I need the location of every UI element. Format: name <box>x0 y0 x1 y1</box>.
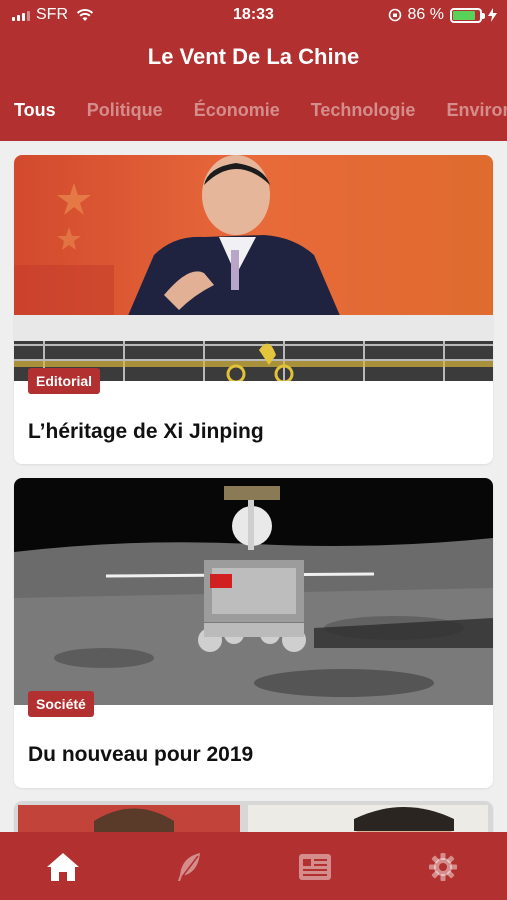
status-bar: SFR 18:33 86 % <box>0 0 507 32</box>
article-title: Du nouveau pour 2019 <box>28 743 254 766</box>
tab-economie[interactable]: Économie <box>194 100 280 121</box>
category-tabs: Tous Politique Économie Technologie Envi… <box>14 100 507 121</box>
battery-percent: 86 % <box>407 6 444 23</box>
status-right: 86 % <box>388 6 497 24</box>
article-card[interactable]: Editorial L’héritage de Xi Jinping <box>14 155 493 464</box>
app-title: Le Vent De La Chine <box>147 44 360 69</box>
article-image <box>14 478 493 705</box>
category-badge: Editorial <box>28 368 101 394</box>
battery-fill <box>453 10 476 20</box>
article-title: L’héritage de Xi Jinping <box>28 420 264 443</box>
charging-icon <box>488 8 497 22</box>
home-icon <box>47 853 79 881</box>
tab-environnement[interactable]: Environ <box>446 100 507 121</box>
app-header: SFR 18:33 86 % Le Vent De La Chine Tous … <box>0 0 507 141</box>
orientation-lock-icon <box>388 8 401 22</box>
tab-tous[interactable]: Tous <box>14 100 56 121</box>
feather-icon <box>178 853 200 881</box>
tab-politique[interactable]: Politique <box>87 100 163 121</box>
bottom-tab-bar <box>0 832 507 900</box>
category-badge: Société <box>28 691 94 717</box>
tab-home[interactable] <box>45 850 81 884</box>
article-image <box>14 155 493 381</box>
tab-technologie[interactable]: Technologie <box>311 100 416 121</box>
article-card[interactable]: Société Du nouveau pour 2019 <box>14 478 493 788</box>
tab-editorial[interactable] <box>171 850 207 884</box>
tab-settings[interactable] <box>425 850 461 884</box>
gear-icon <box>429 853 457 881</box>
tab-articles[interactable] <box>297 850 333 884</box>
newspaper-icon <box>299 854 331 880</box>
battery-icon <box>450 7 485 23</box>
